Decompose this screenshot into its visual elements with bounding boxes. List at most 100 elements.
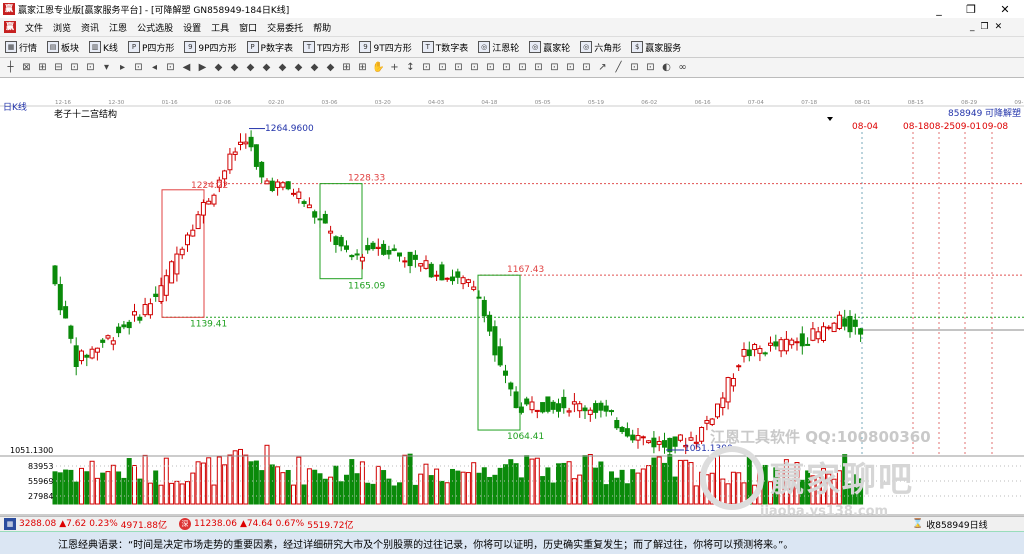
tool-icon[interactable]: ⊡ [548, 61, 561, 74]
tool-icon[interactable]: ⊠ [20, 61, 33, 74]
candle-body [481, 299, 487, 317]
toolbar-button-10[interactable]: ◎ 赢家轮 [524, 41, 575, 54]
menu-item-8[interactable]: 交易委托 [262, 21, 308, 34]
restore-button[interactable]: ❐ [954, 0, 988, 18]
tool-icon[interactable]: ⊡ [564, 61, 577, 74]
volume-bar [778, 468, 784, 505]
tool-icon[interactable]: ⊡ [436, 61, 449, 74]
menu-item-0[interactable]: 文件 [20, 21, 48, 34]
tool-icon[interactable]: ◆ [244, 61, 257, 74]
toolbar-button-6[interactable]: T T四方形 [298, 41, 355, 54]
tool-icon[interactable]: + [388, 61, 401, 74]
tool-icon[interactable]: ⊡ [644, 61, 657, 74]
candle-body [163, 275, 169, 296]
dropdown-icon[interactable] [827, 117, 833, 121]
toolbar-button-1[interactable]: ▤ 板块 [42, 41, 84, 54]
volume-bar [609, 471, 614, 505]
menu-item-6[interactable]: 工具 [206, 21, 234, 34]
volume-bar [312, 469, 318, 505]
child-minimize-button[interactable]: _ [970, 22, 975, 32]
tool-icon[interactable]: ▾ [100, 61, 113, 74]
toolbar-button-0[interactable]: ▦ 行情 [0, 41, 42, 54]
close-button[interactable]: ✕ [988, 0, 1022, 18]
tool-icon[interactable]: ◀ [180, 61, 193, 74]
toolbar-button-4[interactable]: 9 9P四方形 [179, 41, 241, 54]
volume-bar [556, 463, 561, 505]
child-close-button[interactable]: ✕ [995, 22, 1003, 32]
sh-index-block[interactable]: ▦ 3288.08 ▲7.62 0.23% 4971.88亿 [4, 518, 167, 531]
candle-body [116, 326, 122, 334]
tool-icon[interactable]: ◆ [212, 61, 225, 74]
volume-bar [147, 482, 153, 505]
volume-bar [301, 484, 307, 505]
period-tab[interactable]: 日K线 [3, 101, 27, 113]
tool-icon[interactable]: ⊡ [532, 61, 545, 74]
tool-icon[interactable]: ⊞ [340, 61, 353, 74]
candle-body [534, 409, 540, 412]
volume-bar [306, 468, 312, 505]
tool-icon[interactable]: ⊡ [484, 61, 497, 74]
menu-item-9[interactable]: 帮助 [308, 21, 336, 34]
volume-bar [635, 472, 641, 505]
toolbar-button-2[interactable]: ▥ K线 [84, 41, 123, 54]
menu-item-2[interactable]: 资讯 [76, 21, 104, 34]
tool-icon[interactable]: ↕ [404, 61, 417, 74]
child-restore-button[interactable]: ❐ [981, 22, 989, 32]
tool-icon[interactable]: ┼ [4, 61, 17, 74]
tool-icon[interactable]: ▶ [196, 61, 209, 74]
tool-icon[interactable]: ⊡ [468, 61, 481, 74]
tool-icon[interactable]: ⊡ [420, 61, 433, 74]
menu-item-3[interactable]: 江恩 [104, 21, 132, 34]
tool-icon[interactable]: ▸ [116, 61, 129, 74]
tool-icon[interactable]: ∞ [676, 61, 689, 74]
tool-icon[interactable]: ⊡ [84, 61, 97, 74]
tool-icon[interactable]: ⊡ [580, 61, 593, 74]
volume-bar [852, 474, 858, 505]
tool-icon[interactable]: ◆ [260, 61, 273, 74]
toolbar-button-7[interactable]: 9 9T四方形 [354, 41, 416, 54]
toolbar-button-9[interactable]: ◎ 江恩轮 [473, 41, 524, 54]
volume-bar [773, 467, 779, 505]
toolbar-button-3[interactable]: P P四方形 [123, 41, 179, 54]
toolbar-button-11[interactable]: ◎ 六角形 [575, 41, 626, 54]
kline-chart-svg[interactable]: 12-16 12-30 01-16 02-06 02-20 03-06 03-20 04-03… [0, 97, 1024, 516]
menu-item-4[interactable]: 公式选股 [132, 21, 178, 34]
tool-icon[interactable]: ◐ [660, 61, 673, 74]
tool-icon[interactable]: ⊟ [52, 61, 65, 74]
toolbar-button-5[interactable]: P P数字表 [242, 41, 298, 54]
tool-icon[interactable]: ◂ [148, 61, 161, 74]
tool-icon[interactable]: ⊞ [356, 61, 369, 74]
tool-icon[interactable]: ⊡ [628, 61, 641, 74]
tool-icon[interactable]: ✋ [372, 61, 385, 74]
candle-body [121, 324, 127, 328]
tool-icon[interactable]: ╱ [612, 61, 625, 74]
tool-icon[interactable]: ◆ [324, 61, 337, 74]
tool-icon[interactable]: ⊡ [164, 61, 177, 74]
date-tick-label: 04-18 [481, 100, 497, 106]
menu-item-7[interactable]: 窗口 [234, 21, 262, 34]
volume-bar [259, 470, 265, 505]
tool-icon[interactable]: ⊡ [68, 61, 81, 74]
tool-icon[interactable]: ↗ [596, 61, 609, 74]
tool-icon[interactable]: ⊡ [132, 61, 145, 74]
kline-chart[interactable]: 12-16 12-30 01-16 02-06 02-20 03-06 03-20 04-03… [0, 97, 1024, 516]
tool-icon[interactable]: ⊡ [516, 61, 529, 74]
tool-icon[interactable]: ◆ [228, 61, 241, 74]
sz-index-block[interactable]: 深 11238.06 ▲74.64 0.67% 5519.72亿 [179, 518, 353, 531]
volume-bar [275, 466, 281, 505]
tool-icon[interactable]: ⊡ [452, 61, 465, 74]
tool-icon[interactable]: ◆ [308, 61, 321, 74]
tool-icon[interactable]: ⊞ [36, 61, 49, 74]
tool-icon[interactable]: ◆ [276, 61, 289, 74]
tool-icon[interactable]: ⊡ [500, 61, 513, 74]
volume-bar [577, 474, 583, 505]
menu-item-1[interactable]: 浏览 [48, 21, 76, 34]
date-tick-label: 08-29 [961, 100, 977, 106]
toolbar-button-8[interactable]: T T数字表 [417, 41, 474, 54]
tool-icon[interactable]: ◆ [292, 61, 305, 74]
menu-item-5[interactable]: 设置 [178, 21, 206, 34]
candle-body [137, 316, 143, 321]
minimize-button[interactable]: _ [922, 0, 956, 18]
candle-body [158, 285, 164, 302]
toolbar-button-12[interactable]: $ 赢家服务 [626, 41, 686, 54]
